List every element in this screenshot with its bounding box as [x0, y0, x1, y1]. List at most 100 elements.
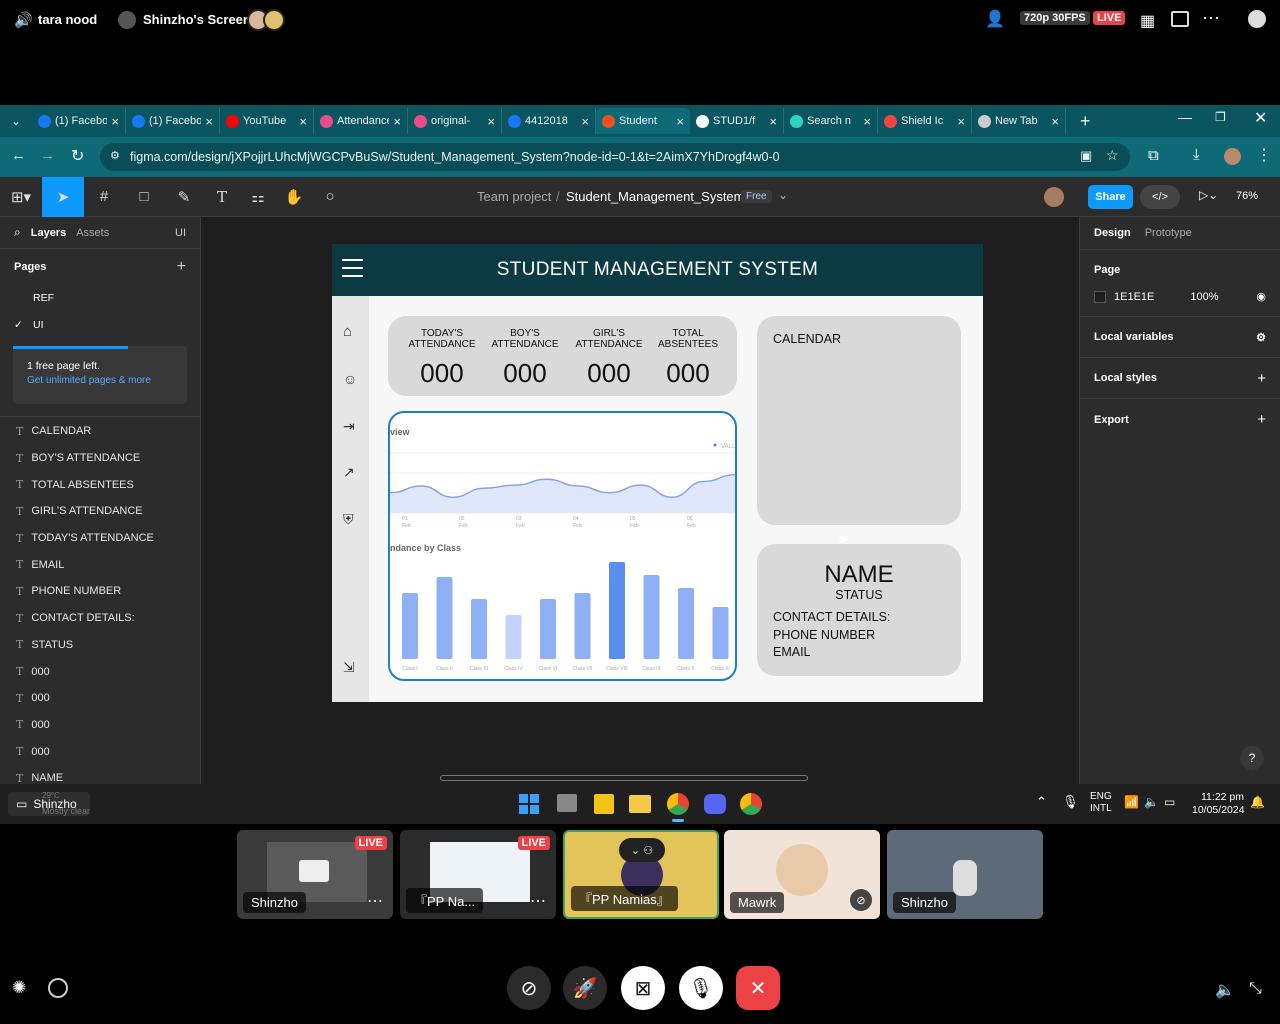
local-variables-section[interactable]: Local variables ⚙ — [1080, 317, 1280, 358]
more-icon[interactable]: ⋯ — [1202, 8, 1220, 29]
browser-tab[interactable]: Search n × — [784, 108, 878, 134]
camera-off-button[interactable]: ⊘ — [507, 966, 551, 1010]
close-tab-icon[interactable]: × — [487, 114, 495, 129]
download-icon[interactable]: ⤓ — [1193, 146, 1200, 163]
tile-controls[interactable]: ⌄ ⚇ — [619, 838, 665, 862]
close-tab-icon[interactable]: × — [1051, 114, 1059, 129]
bookmark-star-icon[interactable]: ☆ — [1106, 147, 1119, 164]
chevron-down-icon[interactable]: ⌄ — [778, 188, 788, 202]
minimize-button[interactable]: — — [1178, 109, 1192, 125]
battery-icon[interactable]: ▭ — [1164, 795, 1175, 809]
layer-item[interactable]: T BOY'S ATTENDANCE — [0, 445, 200, 472]
move-tool-icon[interactable]: ➤ — [42, 176, 84, 217]
collaborator-avatar[interactable] — [1044, 187, 1064, 207]
restore-button[interactable]: ❐ — [1215, 110, 1226, 124]
page-item[interactable]: ✓ UI — [0, 312, 200, 339]
clock[interactable]: 11:22 pm 10/05/2024 — [1192, 791, 1245, 817]
stop-stream-button[interactable]: ⊠ — [621, 966, 665, 1010]
discord-icon[interactable] — [704, 794, 726, 814]
add-page-icon[interactable]: + — [177, 258, 186, 276]
output-volume-icon[interactable]: 🔈 — [1215, 980, 1235, 1000]
browser-tab[interactable]: STUD1/f × — [690, 108, 784, 134]
mute-button[interactable]: 🎙 — [679, 966, 723, 1010]
reload-button[interactable]: ↻ — [71, 146, 84, 166]
calendar-card[interactable]: CALENDAR — [757, 316, 961, 525]
stream-tile[interactable]: LIVE Shinzho ⋯ — [237, 830, 393, 919]
search-icon[interactable]: ⌕ — [14, 225, 21, 240]
task-view-icon[interactable] — [557, 794, 577, 812]
chrome-icon[interactable] — [667, 793, 689, 815]
participant-tile[interactable]: Mawrk ⊘ — [724, 830, 880, 919]
back-button[interactable]: ← — [11, 147, 26, 164]
browser-tab[interactable]: (1) Facebook× — [126, 108, 220, 134]
url-field[interactable]: ⚙ figma.com/design/jXPojjrLUhcMjWGCPvBuS… — [100, 143, 1130, 171]
text-tool-icon[interactable]: T — [204, 177, 240, 217]
logout-icon[interactable]: ⇲ — [343, 659, 355, 676]
close-tab-icon[interactable]: × — [299, 114, 307, 129]
layer-item[interactable]: T STATUS — [0, 632, 200, 659]
design-canvas[interactable]: STUDENT MANAGEMENT SYSTEM ⌂ ☺ ⇥ ↗ ⛨ ⇲ TO… — [201, 217, 1079, 784]
shield-icon[interactable]: ⛨ — [343, 511, 354, 528]
tab-design[interactable]: Design — [1094, 227, 1131, 239]
close-tab-icon[interactable]: × — [205, 114, 213, 129]
site-info-icon[interactable]: ⚙ — [110, 149, 120, 162]
close-tab-icon[interactable]: × — [957, 114, 965, 129]
add-style-icon[interactable]: + — [1257, 370, 1266, 387]
login-icon[interactable]: ⇥ — [343, 418, 355, 435]
visibility-eye-icon[interactable]: ◉ — [1256, 290, 1266, 303]
page-switcher[interactable]: UI — [175, 227, 186, 239]
present-icon[interactable]: ▷⌄ — [1199, 188, 1218, 202]
tab-prototype[interactable]: Prototype — [1145, 227, 1192, 239]
layer-item[interactable]: T CONTACT DETAILS: — [0, 605, 200, 632]
layer-item[interactable]: T 000 — [0, 738, 200, 765]
tile-more-icon[interactable]: ⋯ — [530, 891, 546, 911]
local-styles-section[interactable]: Local styles + — [1080, 358, 1280, 399]
comment-tool-icon[interactable]: ○ — [312, 177, 348, 217]
disconnect-button[interactable]: ✕ — [736, 966, 780, 1010]
hamburger-icon[interactable] — [342, 259, 363, 277]
browser-tab[interactable]: original- × — [408, 108, 502, 134]
browser-tab[interactable]: Student × — [596, 108, 690, 134]
tile-more-icon[interactable]: ⋯ — [367, 891, 383, 911]
close-tab-icon[interactable]: × — [676, 114, 684, 129]
help-button[interactable]: ? — [1240, 746, 1264, 770]
tab-search-icon[interactable]: ⌄ — [0, 115, 32, 128]
page-item[interactable]: REF — [0, 285, 200, 312]
figma-menu-icon[interactable]: ⊞▾ — [0, 177, 42, 217]
stream-tile[interactable]: LIVE 『PP Na... ⋯ — [400, 830, 556, 919]
forward-button[interactable]: → — [40, 147, 55, 164]
tab-assets[interactable]: Assets — [76, 227, 109, 239]
layer-item[interactable]: T 000 — [0, 712, 200, 739]
close-tab-icon[interactable]: × — [769, 114, 777, 129]
language-indicator[interactable]: ENG INTL — [1090, 791, 1112, 815]
activity-rocket-button[interactable]: 🚀 — [563, 966, 607, 1010]
add-user-icon[interactable]: 👤 — [985, 9, 1005, 29]
speaker-icon[interactable]: 🔊 — [14, 11, 33, 29]
browser-tab[interactable]: (1) Facebook× — [32, 108, 126, 134]
chart-card[interactable]: viewVALUE01Feb02Feb03Feb04Feb05Feb06Febn… — [388, 411, 737, 681]
ui-frame[interactable]: STUDENT MANAGEMENT SYSTEM ⌂ ☺ ⇥ ↗ ⛨ ⇲ TO… — [332, 244, 983, 702]
shape-tool-icon[interactable]: □ — [124, 177, 164, 217]
horizontal-scrollbar[interactable] — [440, 775, 808, 781]
chart-icon[interactable]: ↗ — [343, 464, 355, 481]
mic-tray-icon[interactable]: 🎙 — [1062, 794, 1079, 810]
page-color-hex[interactable]: 1E1E1E — [1114, 291, 1154, 303]
layer-item[interactable]: T TODAY'S ATTENDANCE — [0, 525, 200, 552]
emoji-icon[interactable] — [48, 978, 68, 998]
popout-icon[interactable] — [1171, 11, 1189, 27]
variables-icon[interactable]: ⚙ — [1256, 331, 1266, 344]
home-icon[interactable]: ⌂ — [343, 323, 352, 340]
tab-layers[interactable]: Layers — [31, 227, 66, 239]
hand-tool-icon[interactable]: ✋ — [276, 177, 312, 217]
close-tab-icon[interactable]: × — [393, 114, 401, 129]
volume-icon[interactable]: 🔈 — [1144, 795, 1159, 809]
share-button[interactable]: Share — [1088, 185, 1133, 209]
chrome-profile-icon[interactable] — [740, 793, 762, 815]
layer-item[interactable]: T EMAIL — [0, 551, 200, 578]
layer-item[interactable]: T GIRL'S ATTENDANCE — [0, 498, 200, 525]
participant-tile[interactable]: ⌄ ⚇ 『PP Namias』 — [563, 830, 719, 919]
windows-start-icon[interactable] — [519, 794, 539, 814]
breadcrumb-team[interactable]: Team project — [477, 189, 551, 204]
browser-tab[interactable]: Attendance × — [314, 108, 408, 134]
menu-kebab-icon[interactable]: ⋮ — [1256, 145, 1272, 165]
